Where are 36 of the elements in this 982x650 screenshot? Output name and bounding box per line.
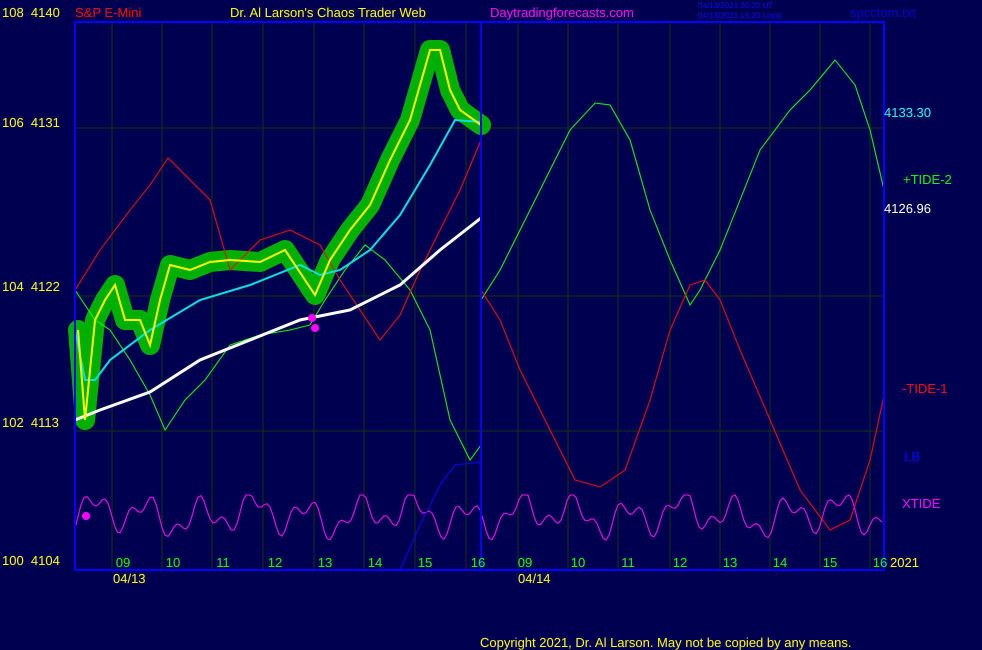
year-label: 2021: [890, 555, 919, 570]
x-axis-label: 11: [621, 555, 635, 570]
x-axis-label: 09: [116, 555, 130, 570]
marker-dot: [82, 512, 90, 520]
series-label: -TIDE-1: [902, 381, 948, 396]
y-axis-label: 108 4140: [2, 5, 60, 20]
date-label: 04/13: [113, 571, 146, 586]
timestamp: 04/13/2021 15:20 Local: [698, 11, 782, 20]
x-axis-label: 10: [166, 555, 180, 570]
series-label: LB: [904, 449, 920, 464]
page-title: Dr. Al Larson's Chaos Trader Web: [230, 5, 426, 20]
x-axis-label: 09: [518, 555, 532, 570]
y-axis-label: 100 4104: [2, 553, 60, 568]
x-axis-label: 13: [722, 555, 738, 570]
x-axis-label: 12: [268, 555, 282, 570]
marker-dot: [311, 324, 319, 332]
x-axis-label: 15: [418, 555, 432, 570]
y-axis-label: 102 4113: [2, 415, 59, 430]
x-axis-label: 12: [672, 555, 688, 570]
symbol-title: S&P E-Mini: [75, 5, 142, 20]
x-axis-label: 15: [822, 555, 838, 570]
x-axis-label: 10: [570, 555, 586, 570]
x-axis-label: 14: [772, 555, 788, 570]
y-axis-label: 104 4122: [2, 279, 60, 294]
series-label: XTIDE: [902, 496, 940, 511]
x-axis-label: 14: [368, 555, 382, 570]
file-name: spcctom.txt: [850, 5, 916, 20]
series-label: +TIDE-2: [903, 172, 952, 187]
copyright-notice: Copyright 2021, Dr. Al Larson. May not be copied by any means.: [480, 635, 852, 650]
x-axis-label: 13: [318, 555, 332, 570]
y-axis-label: 106 4131: [2, 115, 60, 130]
site-link[interactable]: Daytradingforecasts.com: [490, 5, 634, 20]
x-axis-label: 11: [216, 555, 230, 570]
timestamp: 04/13/2021 20:20 UT: [698, 1, 774, 10]
marker-dot: [308, 314, 316, 322]
date-label: 04/14: [518, 571, 551, 586]
